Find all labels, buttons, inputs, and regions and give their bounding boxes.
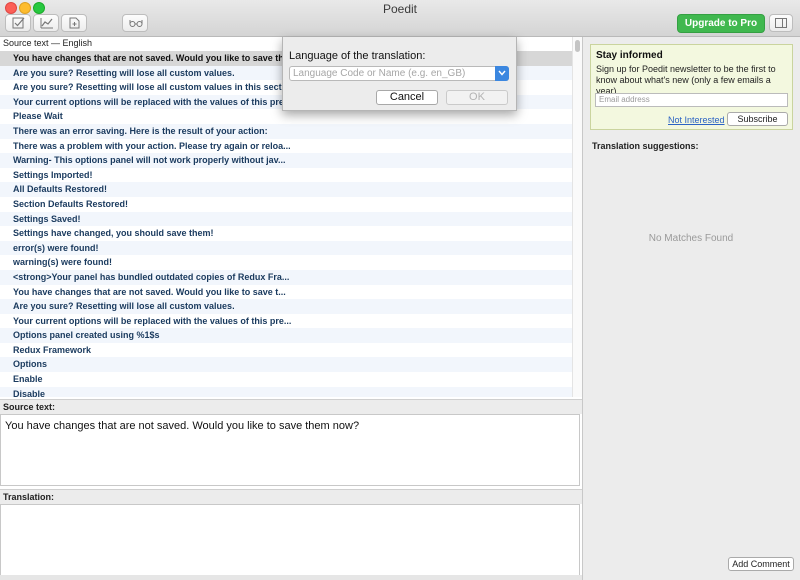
list-item[interactable]: Warning- This options panel will not wor…: [0, 153, 572, 168]
no-matches-text: No Matches Found: [648, 233, 734, 244]
editor-pane: Source text — English You have changes t…: [0, 37, 582, 580]
upgrade-to-pro-button[interactable]: Upgrade to Pro: [677, 14, 765, 33]
list-item[interactable]: There was a problem with your action. Pl…: [0, 139, 572, 154]
chevron-down-icon: [498, 70, 506, 76]
list-item[interactable]: Redux Framework: [0, 343, 572, 358]
list-item[interactable]: Options panel created using %1$s: [0, 328, 572, 343]
list-item[interactable]: Disable: [0, 386, 572, 397]
list-item[interactable]: There was an error saving. Here is the r…: [0, 123, 572, 139]
list-item[interactable]: Options: [0, 357, 572, 373]
list-item[interactable]: Enable: [0, 372, 572, 387]
document-add-icon: [69, 17, 80, 29]
title-bar: Poedit Upgrade to Pro: [0, 0, 800, 37]
list-item[interactable]: All Defaults Restored!: [0, 182, 572, 197]
not-interested-link[interactable]: Not Interested: [668, 115, 725, 125]
language-placeholder: Language Code or Name (e.g. en_GB): [293, 68, 466, 79]
newsletter-title: Stay informed: [596, 50, 663, 61]
translation-suggestions-label: Translation suggestions:: [592, 141, 699, 151]
sidebar: Stay informed Sign up for Poedit newslet…: [582, 37, 800, 580]
preview-button[interactable]: [122, 14, 148, 32]
statistics-button[interactable]: [33, 14, 59, 32]
list-item[interactable]: You have changes that are not saved. Wou…: [0, 285, 572, 300]
translation-input[interactable]: [0, 504, 580, 580]
list-item[interactable]: Are you sure? Resetting will lose all cu…: [0, 299, 572, 314]
add-file-button[interactable]: [61, 14, 87, 32]
email-field[interactable]: Email address: [595, 93, 788, 107]
status-bar: [0, 575, 582, 580]
list-scrollbar[interactable]: [572, 37, 582, 397]
list-item[interactable]: Settings have changed, you should save t…: [0, 226, 572, 241]
list-item[interactable]: Your current options will be replaced wi…: [0, 314, 572, 329]
source-text-label: Source text:: [0, 399, 582, 414]
translation-label: Translation:: [0, 489, 582, 504]
add-comment-button[interactable]: Add Comment: [728, 557, 794, 571]
sidebar-toggle-icon: [775, 18, 787, 28]
list-item[interactable]: Section Defaults Restored!: [0, 197, 572, 212]
language-combobox[interactable]: Language Code or Name (e.g. en_GB): [289, 66, 509, 81]
list-item[interactable]: Settings Imported!: [0, 168, 572, 183]
scrollbar-thumb[interactable]: [575, 40, 580, 52]
subscribe-button[interactable]: Subscribe: [727, 112, 788, 126]
dialog-title: Language of the translation:: [289, 50, 426, 62]
list-item[interactable]: error(s) were found!: [0, 240, 572, 256]
validate-button[interactable]: [5, 14, 31, 32]
list-item[interactable]: Please Wait: [0, 109, 572, 124]
source-text-view: You have changes that are not saved. Wou…: [0, 414, 580, 486]
language-dialog: Language of the translation: Language Co…: [282, 37, 517, 111]
glasses-icon: [129, 20, 143, 27]
cancel-button[interactable]: Cancel: [376, 90, 438, 105]
chart-icon: [40, 18, 53, 29]
combobox-dropdown-button[interactable]: [495, 66, 509, 81]
sidebar-toggle-button[interactable]: [769, 14, 793, 32]
ok-button[interactable]: OK: [446, 90, 508, 105]
list-item[interactable]: warning(s) were found!: [0, 255, 572, 270]
newsletter-panel: Stay informed Sign up for Poedit newslet…: [590, 44, 793, 130]
list-item[interactable]: Settings Saved!: [0, 211, 572, 227]
checkmark-edit-icon: [12, 17, 25, 29]
list-item[interactable]: <strong>Your panel has bundled outdated …: [0, 269, 572, 285]
